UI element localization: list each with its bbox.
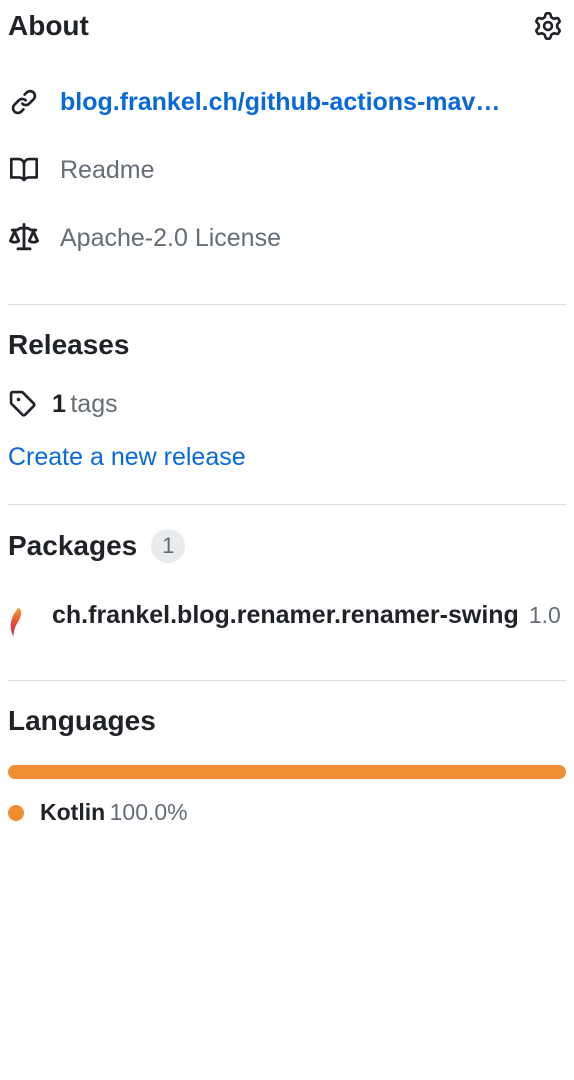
website-link-row[interactable]: blog.frankel.ch/github-actions-mav… bbox=[8, 68, 566, 136]
packages-section: Packages 1 ch.frankel.blog.renamer.renam… bbox=[8, 504, 566, 672]
readme-label: Readme bbox=[60, 156, 155, 185]
language-bar bbox=[8, 765, 566, 779]
languages-section: Languages Kotlin 100.0% bbox=[8, 680, 566, 850]
link-icon bbox=[8, 86, 40, 118]
releases-section: Releases 1 tags Create a new release bbox=[8, 304, 566, 496]
package-item[interactable]: ch.frankel.blog.renamer.renamer-swing 1.0 bbox=[8, 591, 566, 648]
language-item[interactable]: Kotlin 100.0% bbox=[8, 799, 566, 826]
tag-label: tags bbox=[70, 390, 117, 418]
gear-icon bbox=[534, 12, 562, 40]
feather-icon bbox=[8, 607, 32, 642]
tag-icon bbox=[8, 389, 38, 419]
book-icon bbox=[8, 154, 40, 186]
create-release-link[interactable]: Create a new release bbox=[8, 443, 246, 471]
languages-title: Languages bbox=[8, 705, 156, 737]
package-name: ch.frankel.blog.renamer.renamer-swing bbox=[52, 601, 519, 629]
package-version: 1.0 bbox=[529, 602, 561, 628]
law-icon bbox=[8, 222, 40, 254]
readme-row[interactable]: Readme bbox=[8, 136, 566, 204]
settings-button[interactable] bbox=[530, 8, 566, 44]
language-dot bbox=[8, 805, 24, 821]
tag-count: 1 bbox=[52, 390, 66, 418]
language-fill-kotlin bbox=[8, 765, 566, 779]
language-name: Kotlin bbox=[40, 799, 105, 825]
packages-count-badge: 1 bbox=[151, 529, 185, 563]
releases-title: Releases bbox=[8, 329, 129, 361]
license-row[interactable]: Apache-2.0 License bbox=[8, 204, 566, 272]
about-section: About blog.frankel.ch/github-actions-mav… bbox=[8, 8, 566, 296]
license-label: Apache-2.0 License bbox=[60, 224, 281, 253]
tags-row[interactable]: 1 tags bbox=[8, 385, 566, 443]
about-title: About bbox=[8, 10, 89, 42]
packages-title: Packages bbox=[8, 530, 137, 562]
website-link[interactable]: blog.frankel.ch/github-actions-mav… bbox=[60, 88, 500, 117]
language-percent: 100.0% bbox=[110, 799, 188, 825]
